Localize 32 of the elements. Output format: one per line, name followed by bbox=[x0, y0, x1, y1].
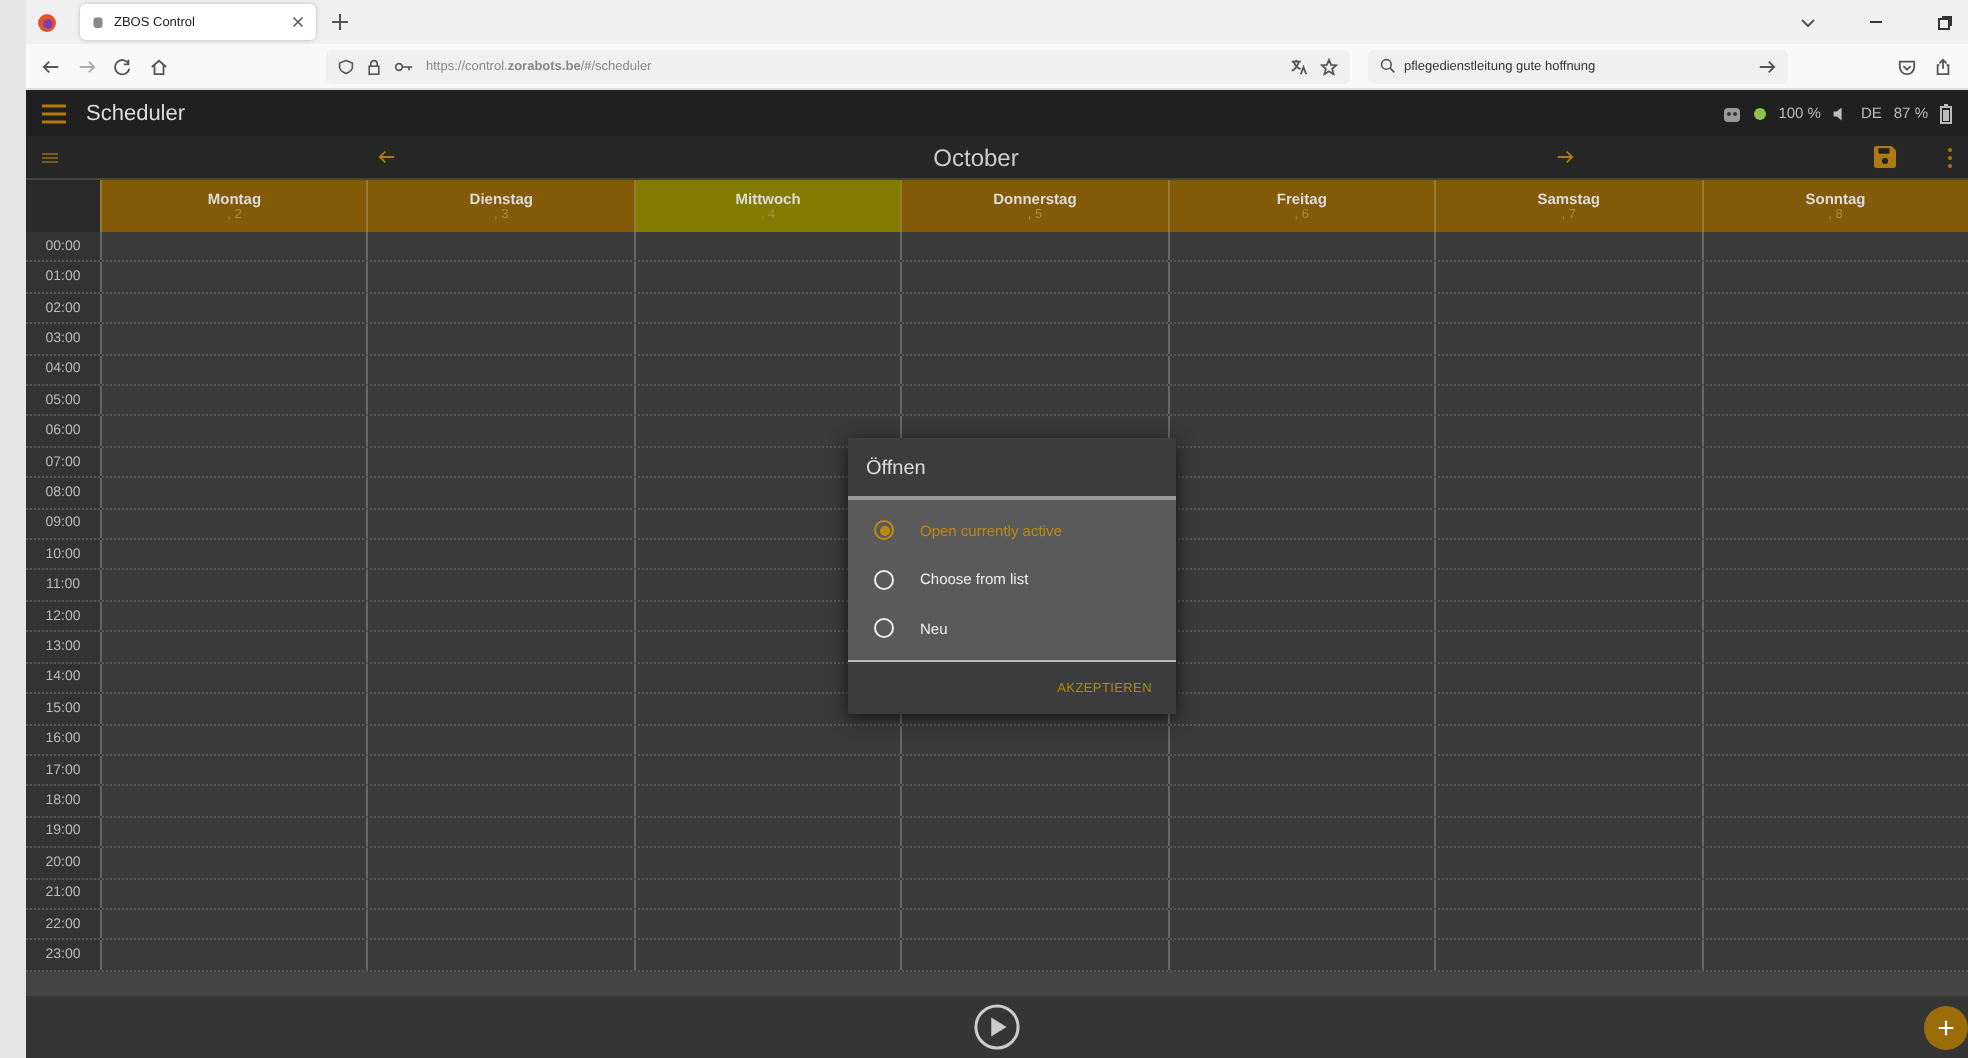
search-icon bbox=[1380, 58, 1396, 74]
arrow-left-icon[interactable] bbox=[378, 148, 396, 166]
chevron-down-icon[interactable] bbox=[1800, 14, 1816, 30]
star-icon[interactable] bbox=[1320, 57, 1338, 75]
battery-icon bbox=[1940, 103, 1952, 123]
browser-logo-icon bbox=[38, 13, 56, 31]
dialog-title: Öffnen bbox=[864, 455, 928, 484]
restore-icon[interactable] bbox=[1936, 14, 1952, 30]
robot-icon bbox=[92, 14, 104, 30]
new-tab-icon[interactable] bbox=[332, 14, 348, 30]
lock-icon bbox=[366, 57, 382, 75]
translate-icon[interactable] bbox=[1290, 57, 1308, 75]
arrow-right-icon[interactable] bbox=[1758, 57, 1776, 75]
robot-icon[interactable] bbox=[1722, 103, 1743, 123]
share-icon[interactable] bbox=[1934, 57, 1952, 75]
arrow-right-icon[interactable] bbox=[1556, 148, 1574, 166]
app-title: Scheduler bbox=[86, 101, 186, 125]
connection-status-icon bbox=[1754, 107, 1767, 119]
scrollbar-track[interactable] bbox=[26, 971, 1968, 996]
radio-button[interactable] bbox=[874, 520, 894, 541]
home-icon[interactable] bbox=[150, 57, 168, 75]
menu-icon[interactable] bbox=[42, 103, 66, 123]
pocket-icon[interactable] bbox=[1898, 57, 1916, 75]
list-icon[interactable] bbox=[42, 151, 58, 163]
shield-icon bbox=[338, 57, 354, 75]
month-title: October bbox=[931, 143, 1021, 171]
save-icon[interactable] bbox=[1874, 146, 1896, 168]
play-icon[interactable] bbox=[974, 1003, 1020, 1050]
back-icon[interactable] bbox=[42, 57, 60, 75]
key-icon bbox=[394, 59, 414, 73]
close-icon[interactable] bbox=[292, 16, 304, 28]
reload-icon[interactable] bbox=[114, 57, 132, 75]
